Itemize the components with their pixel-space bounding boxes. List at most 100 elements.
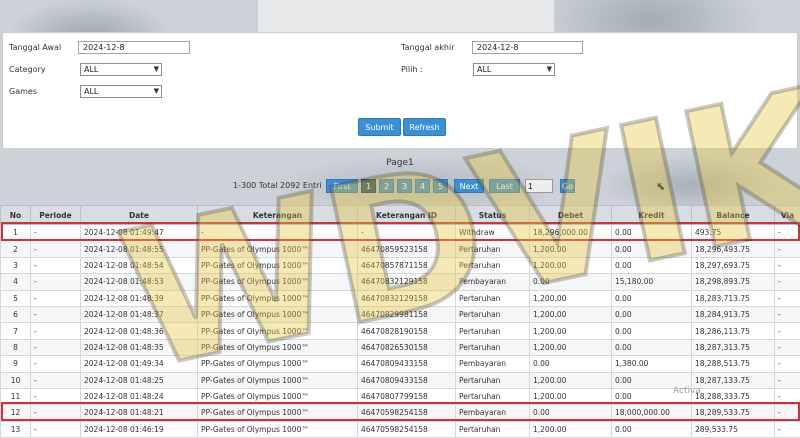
pager-page-4[interactable]: 4 <box>415 179 430 193</box>
table-cell: 9 <box>1 356 31 372</box>
start-date-input[interactable] <box>78 41 190 54</box>
column-header: No <box>1 206 31 225</box>
table-cell: Pertaruhan <box>456 290 530 306</box>
table-row: 9-2024-12-08 01:49:34PP-Gates of Olympus… <box>1 356 800 372</box>
page-title: Page1 <box>0 158 800 168</box>
table-cell: Pembayaran <box>456 274 530 290</box>
table-cell: 2024-12-08 01:48:35 <box>81 339 198 355</box>
table-cell: 0.00 <box>530 274 612 290</box>
table-cell[interactable]: 46470826530158 <box>358 339 456 355</box>
table-cell: - <box>31 225 81 241</box>
pager-last-button[interactable]: Last <box>489 179 520 193</box>
table-cell: 18,298,893.75 <box>692 274 775 290</box>
table-cell: 2024-12-08 01:48:25 <box>81 372 198 388</box>
pager-page-input[interactable] <box>525 179 553 193</box>
table-cell: 1,200.00 <box>530 306 612 322</box>
table-cell: - <box>31 241 81 257</box>
table-cell: PP-Gates of Olympus 1000™ <box>198 323 358 339</box>
table-cell[interactable]: 46470832129158 <box>358 290 456 306</box>
pager-page-5[interactable]: 5 <box>433 179 448 193</box>
table-cell[interactable]: 46470828190158 <box>358 323 456 339</box>
pager-page-1[interactable]: 1 <box>361 179 376 193</box>
table-cell: 0.00 <box>612 257 692 273</box>
category-select[interactable]: ALL ▼ <box>80 63 162 76</box>
table-cell: Pertaruhan <box>456 323 530 339</box>
table-cell: - <box>775 274 800 290</box>
table-cell: Pertaruhan <box>456 421 530 437</box>
table-cell: 0.00 <box>612 323 692 339</box>
table-cell: - <box>31 323 81 339</box>
table-cell: 18,288,333.75 <box>692 388 775 404</box>
table-cell: - <box>775 372 800 388</box>
table-cell: 10 <box>1 372 31 388</box>
table-cell: 1,200.00 <box>530 372 612 388</box>
table-cell[interactable]: 46470832129158 <box>358 274 456 290</box>
table-cell: Pertaruhan <box>456 306 530 322</box>
table-cell[interactable]: 46470857871158 <box>358 257 456 273</box>
table-cell[interactable]: 46470859523158 <box>358 241 456 257</box>
table-cell: 18,297,693.75 <box>692 257 775 273</box>
table-cell: 0.00 <box>612 241 692 257</box>
table-cell[interactable]: 46470807799158 <box>358 388 456 404</box>
table-cell: 2024-12-08 01:48:37 <box>81 306 198 322</box>
table-row: 6-2024-12-08 01:48:37PP-Gates of Olympus… <box>1 306 800 322</box>
table-cell: 2024-12-08 01:48:55 <box>81 241 198 257</box>
table-cell[interactable]: 46470598254158 <box>358 421 456 437</box>
table-cell[interactable]: 46470809433158 <box>358 372 456 388</box>
table-cell: PP-Gates of Olympus 1000™ <box>198 339 358 355</box>
table-row: 4-2024-12-08 01:48:53PP-Gates of Olympus… <box>1 274 800 290</box>
table-cell[interactable]: 46470809433158 <box>358 356 456 372</box>
pager-page-3[interactable]: 3 <box>397 179 412 193</box>
table-cell: 2024-12-08 01:48:21 <box>81 405 198 421</box>
header-banner <box>258 0 554 35</box>
table-cell: - <box>31 405 81 421</box>
end-date-input[interactable] <box>472 41 583 54</box>
pilih-label: Pilih : <box>401 65 423 74</box>
table-cell: - <box>775 290 800 306</box>
table-cell: - <box>775 405 800 421</box>
submit-button[interactable]: Submit <box>358 118 401 136</box>
end-date-label: Tanggal akhir <box>401 43 454 52</box>
table-cell: PP-Gates of Olympus 1000™ <box>198 257 358 273</box>
pager-next-button[interactable]: Next <box>454 179 484 193</box>
table-cell: 2 <box>1 241 31 257</box>
games-select[interactable]: ALL ▼ <box>80 85 162 98</box>
pager-page-2[interactable]: 2 <box>379 179 394 193</box>
table-row: 3-2024-12-08 01:48:54PP-Gates of Olympus… <box>1 257 800 273</box>
table-cell: Pembayaran <box>456 356 530 372</box>
table-cell[interactable]: 46470598254158 <box>358 405 456 421</box>
table-cell: 2024-12-08 01:49:47 <box>81 225 198 241</box>
table-cell: - <box>31 372 81 388</box>
table-cell: PP-Gates of Olympus 1000™ <box>198 306 358 322</box>
pager-go-button[interactable]: Go <box>560 179 575 193</box>
table-cell: - <box>775 257 800 273</box>
refresh-button[interactable]: Refresh <box>403 118 446 136</box>
table-cell: 18,289,533.75 <box>692 405 775 421</box>
column-header: Via <box>775 206 800 225</box>
pager-info: 1-300 Total 2092 Entri <box>233 181 322 190</box>
table-cell: - <box>775 421 800 437</box>
games-select-value: ALL <box>84 87 98 96</box>
pilih-select-value: ALL <box>477 65 491 74</box>
table-row: 5-2024-12-08 01:48:39PP-Gates of Olympus… <box>1 290 800 306</box>
table-cell: 289,533.75 <box>692 421 775 437</box>
table-cell: 0.00 <box>530 405 612 421</box>
column-header: Date <box>81 206 198 225</box>
column-header: Periode <box>31 206 81 225</box>
table-cell[interactable]: 46470829981158 <box>358 306 456 322</box>
table-cell: - <box>31 306 81 322</box>
table-cell: 493.75 <box>692 225 775 241</box>
table-cell: 1,200.00 <box>530 421 612 437</box>
table-cell: Withdraw <box>456 225 530 241</box>
table-cell: 0.00 <box>612 225 692 241</box>
table-cell: 18,287,133.75 <box>692 372 775 388</box>
table-cell: 1,200.00 <box>530 388 612 404</box>
pilih-select[interactable]: ALL ▼ <box>473 63 555 76</box>
table-cell: 18,283,713.75 <box>692 290 775 306</box>
column-header: Keterangan <box>198 206 358 225</box>
table-cell: 4 <box>1 274 31 290</box>
mouse-cursor-icon: ⬉ <box>656 180 665 193</box>
table-cell: - <box>775 225 800 241</box>
pager-first-button[interactable]: First <box>326 179 358 193</box>
table-cell: PP-Gates of Olympus 1000™ <box>198 372 358 388</box>
